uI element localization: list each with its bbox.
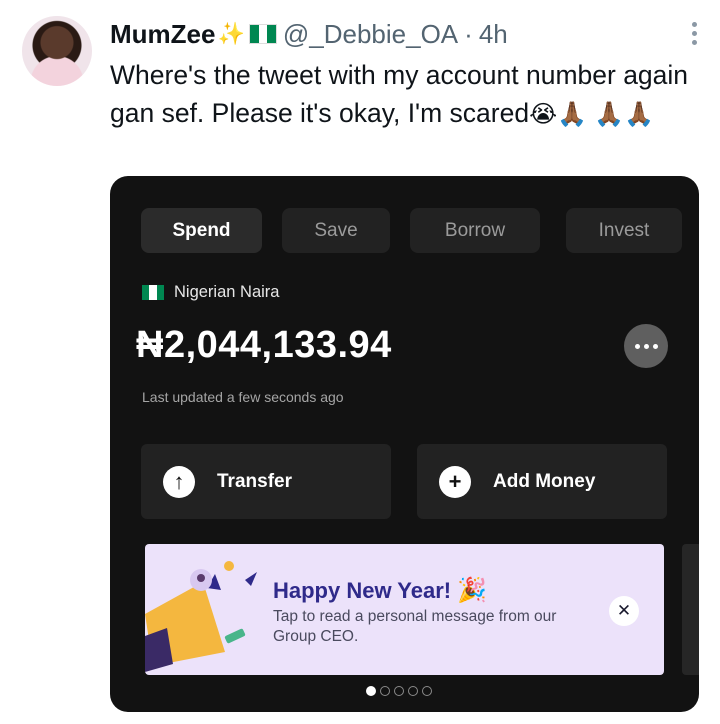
currency-selector[interactable]: Nigerian Naira — [142, 283, 279, 302]
separator: · — [464, 18, 473, 49]
crying-emoji: 😭 — [529, 100, 558, 128]
banner-title-text: Happy New Year! — [273, 578, 452, 603]
carousel-dot[interactable] — [422, 686, 432, 696]
timestamp[interactable]: 4h — [479, 19, 508, 50]
carousel-dot[interactable] — [394, 686, 404, 696]
tweet-header: MumZee ✨ @_Debbie_OA · 4h — [110, 18, 508, 50]
tweet-text: Where's the tweet with my account number… — [110, 56, 700, 133]
arrow-up-icon: ↑ — [163, 465, 195, 498]
carousel-dot[interactable] — [380, 686, 390, 696]
sparkles-icon: ✨ — [217, 21, 245, 46]
transfer-button[interactable]: ↑ Transfer — [141, 444, 391, 519]
carousel-dot[interactable] — [366, 686, 376, 696]
tab-save[interactable]: Save — [282, 208, 390, 253]
balance-options-icon[interactable] — [624, 324, 668, 368]
plus-icon: + — [439, 465, 471, 498]
add-money-label: Add Money — [493, 470, 596, 492]
close-icon[interactable]: ✕ — [609, 596, 639, 626]
transfer-label: Transfer — [217, 470, 292, 492]
coin-icon — [224, 561, 234, 571]
next-banner-peek[interactable] — [682, 544, 699, 675]
avatar[interactable] — [22, 16, 92, 86]
display-name[interactable]: MumZee — [110, 19, 215, 50]
paper-plane-icon — [245, 572, 257, 586]
tab-invest[interactable]: Invest — [566, 208, 682, 253]
pray-emoji: 🙏🏾 — [624, 100, 655, 128]
portrait-head — [197, 574, 205, 582]
account-balance: ₦2,044,133.94 — [136, 324, 392, 366]
party-popper-icon: 🎉 — [457, 576, 488, 604]
pray-emoji: 🙏🏾 — [594, 100, 625, 128]
new-year-banner[interactable]: Happy New Year! 🎉 Tap to read a personal… — [145, 544, 664, 675]
banner-message: Tap to read a personal message from our … — [273, 608, 557, 645]
pray-emoji: 🙏🏾 — [557, 100, 588, 128]
megaphone-illustration — [145, 561, 257, 672]
handle[interactable]: @_Debbie_OA — [283, 19, 458, 50]
currency-name: Nigerian Naira — [174, 283, 280, 301]
nigeria-flag-icon — [142, 285, 164, 300]
carousel-indicator[interactable] — [366, 686, 432, 696]
tweet-media-screenshot[interactable]: Spend Save Borrow Invest Nigerian Naira … — [110, 176, 699, 712]
more-options-icon[interactable] — [690, 22, 698, 45]
banner-title: Happy New Year! 🎉 — [273, 576, 487, 604]
tab-borrow[interactable]: Borrow — [410, 208, 540, 253]
add-money-button[interactable]: + Add Money — [417, 444, 667, 519]
last-updated-text: Last updated a few seconds ago — [142, 389, 344, 405]
cash-icon — [224, 628, 246, 644]
nigeria-flag-icon — [248, 24, 277, 44]
carousel-dot[interactable] — [408, 686, 418, 696]
tab-spend[interactable]: Spend — [141, 208, 262, 253]
